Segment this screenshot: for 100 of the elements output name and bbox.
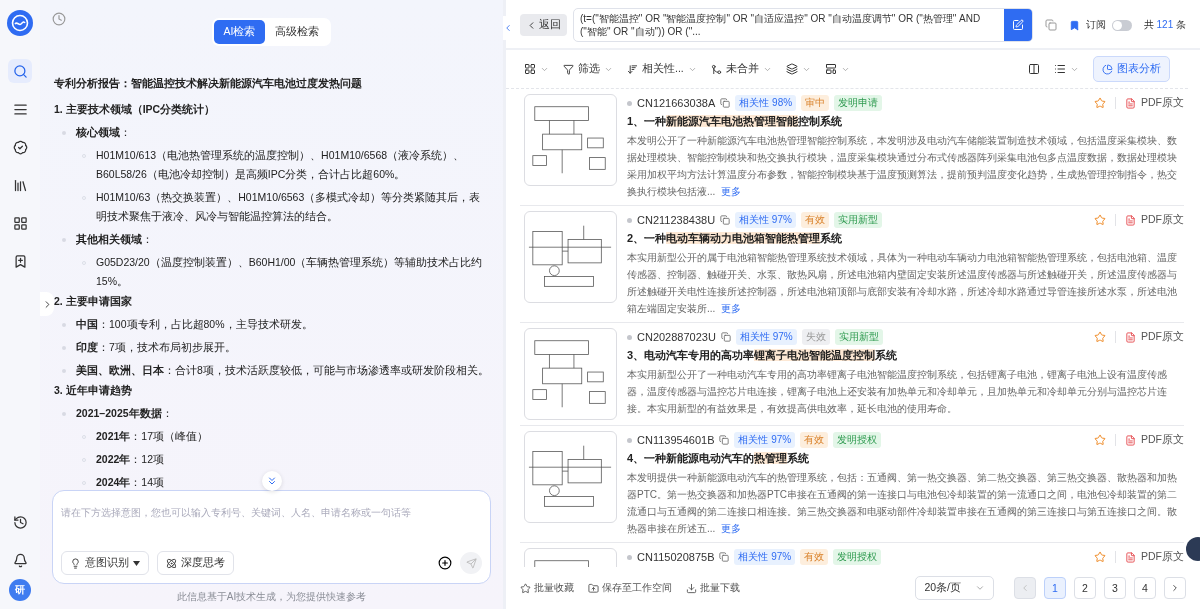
pdf-link[interactable]: PDF原文 [1141,96,1184,110]
relevance-tag: 相关性 97% [735,212,796,228]
subscribe-label: 订阅 [1085,18,1106,32]
page-button[interactable]: 4 [1134,577,1156,599]
copy-icon[interactable] [720,215,731,225]
patent-abstract: 本发明公开了一种新能源汽车电池热管理智能控制系统，本发明涉及电动汽车储能装置制造技术领域，包括温度采集模块、数据处理模块、智能控制模块和热交换执行模块，温度采集模块通过分布式传感器阵列采集电池包多点温度数据，数据处理模块采用加权平均方法计算温度分布参数，智能控制模块基于温度预测算法，提前预判温度变化趋势，生成热管理控制指令，热交换执行模块包括液... 更多 [627,134,1178,199]
list-item-text: 2022年：12项 [96,452,165,467]
deep-think-button[interactable]: 深度思考 [157,551,234,575]
status-tag: 失效 [801,329,830,345]
list-item-text: H01M10/613（电池热管理系统的温度控制）、H01M10/6568（液冷系统）、B60L58/26（电池冷却控制）是高频IPC分类，合计占比超60%。 [96,148,466,182]
status-tag: 有效 [800,432,829,448]
scroll-down-button[interactable] [262,471,282,491]
more-link[interactable]: 更多 [721,523,742,534]
copy-icon[interactable] [1044,19,1057,31]
patent-title[interactable]: 4、一种新能源电动汽车的热管理系统 [627,451,1184,466]
star-icon[interactable] [1094,97,1106,109]
star-icon[interactable] [1094,331,1106,343]
user-avatar[interactable]: 研 [9,579,31,601]
layers-dropdown[interactable] [785,63,811,75]
footer-action-button[interactable]: 保存至工作空间 [588,581,672,595]
list-item-text: 中国：100项专利，占比超80%，主导技术研发。 [76,317,313,332]
list-view-dropdown[interactable] [1054,63,1079,75]
patent-title[interactable]: 2、一种电动车辆动力电池箱智能热管理系统 [627,231,1184,246]
list-item-text: H01M10/63（热交换装置）、H01M10/6563（多模式冷却）等分类紧随其后，表明技术聚焦于液冷、风冷与智能温控算法的结合。 [96,190,482,224]
page-button[interactable]: 1 [1044,577,1066,599]
double-chevron-down-icon [266,475,278,487]
patent-type-tag: 实用新型 [834,329,883,345]
filter-dropdown[interactable]: 筛选 [563,62,613,76]
patent-number: CN115020875B [637,551,715,563]
split-view-button[interactable] [1028,63,1040,75]
star-icon[interactable] [1094,434,1106,446]
view-mode-dropdown[interactable] [524,63,549,75]
send-icon [465,557,477,569]
copy-icon[interactable] [720,332,731,342]
send-button[interactable] [460,552,482,574]
section-heading: 3. 近年申请趋势 [54,384,133,398]
merge-dropdown[interactable]: 未合并 [710,62,772,76]
search-mode-tab[interactable]: 高级检索 [265,20,330,44]
patent-number: CN202887023U [637,331,716,343]
report-title: 专利分析报告：智能温控技术解决新能源汽车电池过度发热问题 [54,76,363,91]
more-link[interactable]: 更多 [721,186,742,197]
list-item-text: 2024年：14项 [96,475,165,490]
sort-dropdown[interactable]: 相关性... [627,62,697,76]
add-icon[interactable] [438,556,452,570]
pdf-link[interactable]: PDF原文 [1141,550,1184,564]
footer-action-button[interactable]: 批量收藏 [520,581,574,595]
page-button[interactable]: 3 [1104,577,1126,599]
subscribe-toggle[interactable] [1111,19,1132,31]
star-icon[interactable] [1094,214,1106,226]
copy-icon[interactable] [720,98,731,108]
expand-panel-button[interactable] [40,292,54,316]
patent-abstract: 本实用新型公开了一种电动汽车专用的高功率锂离子电池智能温度控制系统，包括锂离子电池，锂离子电池上设有温度传感器，温度传感器与温控芯片电连接，锂离子电池上还安装有加热单元和冷却单元，且加热单元和冷却单元分别与温控芯片连接。本实用新型的有益效果是，有效提高供电效率，延长电池的使用寿命。 [627,368,1168,416]
chevron-down-icon [975,583,985,593]
page-size-select[interactable]: 20条/页 [915,576,994,600]
copy-icon[interactable] [719,435,730,445]
query-field[interactable]: (t=("智能温控" OR "智能温度控制" OR "自适应温控" OR "自动温度调节" OR ("热管理" AND ("智能" OR "自动")) OR ("... [573,8,1033,42]
list-item-text: 其他相关领域： [76,232,153,247]
pdf-link[interactable]: PDF原文 [1141,433,1184,447]
pdf-link[interactable]: PDF原文 [1141,213,1184,227]
layout-dropdown[interactable] [824,63,850,75]
result-count: 共 121 条 [1143,18,1186,32]
copy-icon[interactable] [719,552,730,562]
chevron-left-icon [1020,583,1030,593]
star-icon[interactable] [1094,551,1106,563]
columns-icon [1028,63,1040,75]
more-link[interactable]: 更多 [721,303,742,314]
chevron-right-icon [1170,583,1180,593]
list-item-text: 2021年：17项（峰值） [96,429,209,444]
section-heading: 2. 主要申请国家 [54,295,133,309]
edit-icon [1011,19,1024,31]
grid-icon [524,63,536,75]
patent-title[interactable]: 1、一种新能源汽车电池热管理智能控制系统 [627,114,1184,129]
patent-number: CN211238438U [637,214,716,226]
edit-button[interactable] [1003,9,1032,41]
disclaimer-text: 此信息基于AI技术生成，为您提供快速参考 [175,590,368,604]
relevance-tag: 相关性 98% [735,95,797,111]
status-tag: 有效 [800,549,829,565]
layout-icon [824,63,837,75]
section-heading: 1. 主要技术领域（IPC分类统计） [54,103,217,117]
list-item-text: 美国、欧洲、日本：合计8项，技术活跃度较低，可能与市场渗透率或研发阶段相关。 [76,363,489,378]
layers-icon [785,63,798,75]
pdf-icon [1125,551,1136,563]
pdf-link[interactable]: PDF原文 [1141,330,1184,344]
pie-chart-icon [1102,63,1113,75]
chart-analysis-button[interactable]: 图表分析 [1093,56,1170,82]
patent-title[interactable]: 3、电动汽车专用的高功率锂离子电池智能温度控制系统 [627,348,1184,363]
nav-search-icon[interactable] [8,59,32,83]
patent-type-tag: 发明授权 [833,549,882,565]
logo-icon[interactable] [7,10,33,36]
status-tag: 审中 [801,95,830,111]
relevance-tag: 相关性 97% [735,329,797,345]
pdf-icon [1125,331,1136,343]
search-mode-tab[interactable]: AI检索 [213,20,266,44]
page-button[interactable]: 2 [1074,577,1096,599]
clock-icon[interactable] [52,12,66,26]
patent-type-tag: 发明授权 [833,432,882,448]
back-button[interactable]: 返回 [520,14,567,36]
footer-action-button[interactable]: 批量下载 [686,581,740,595]
intent-dropdown[interactable]: 意图识别 [61,551,149,575]
query-text: (t=("智能温控" OR "智能温度控制" OR "自适应温控" OR "自动温度调节" OR ("热管理" AND ("智能" OR "自动")) OR ("... [579,12,982,39]
